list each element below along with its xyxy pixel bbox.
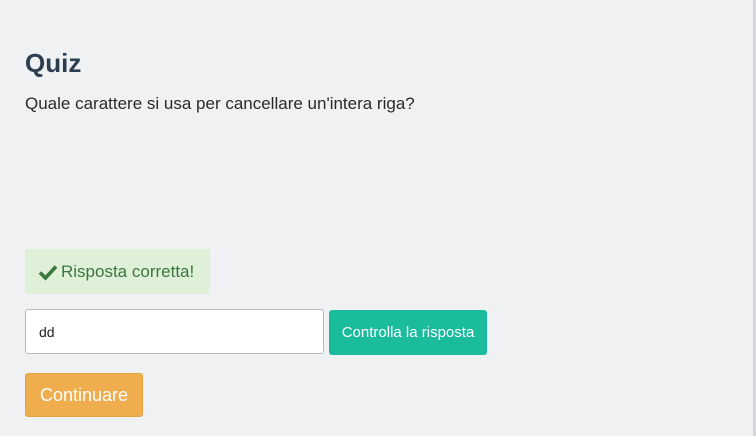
answer-input[interactable]: [25, 309, 324, 354]
check-answer-button[interactable]: Controlla la risposta: [329, 310, 487, 355]
quiz-title: Quiz: [25, 48, 82, 78]
continue-button[interactable]: Continuare: [25, 373, 143, 417]
quiz-question: Quale carattere si usa per cancellare un…: [25, 94, 415, 113]
feedback-text: Risposta corretta!: [61, 261, 195, 281]
check-icon: [38, 262, 58, 282]
quiz-panel: Quiz Quale carattere si usa per cancella…: [0, 0, 756, 436]
feedback-success-alert: Risposta corretta!: [25, 249, 210, 294]
